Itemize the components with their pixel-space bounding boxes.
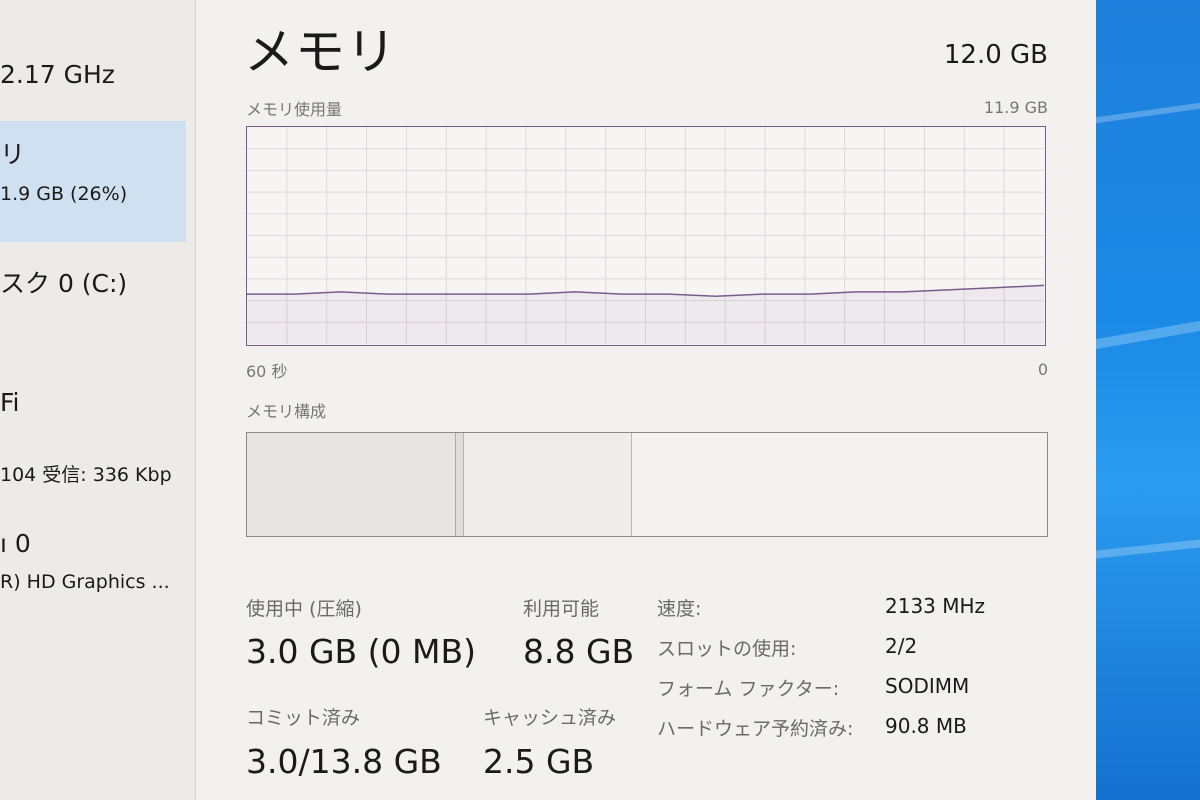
in-use-value: 3.0 GB (0 MB)	[246, 632, 477, 671]
usage-graph-label: メモリ使用量	[246, 100, 343, 119]
form-factor-label: フォーム ファクター:	[657, 678, 840, 700]
memory-panel: メモリ 12.0 GB メモリ使用量 11.9 GB 60 秒 0 メモリ構成 …	[196, 0, 1096, 800]
sidebar-item-gpu-label: ı 0	[0, 529, 31, 558]
slots-used-label: スロットの使用:	[657, 638, 797, 660]
page-title: メモリ	[244, 23, 397, 81]
cached-label: キャッシュ済み	[483, 707, 617, 729]
memory-composition-bar	[246, 432, 1048, 537]
memory-usage-graph	[246, 126, 1046, 346]
sidebar-item-memory-usage: 1.9 GB (26%)	[0, 183, 128, 205]
sidebar-item-disk[interactable]: スク 0 (C:)	[0, 250, 186, 330]
sidebar-item-gpu-name: R) HD Graphics ...	[0, 571, 170, 593]
sidebar-item-wifi-throughput: 104 受信: 336 Kbp	[0, 464, 172, 486]
speed-value: 2133 MHz	[885, 594, 986, 618]
graph-time-left: 60 秒	[246, 362, 288, 381]
sidebar-item-wifi-label: Fi	[0, 388, 20, 417]
total-memory: 12.0 GB	[943, 40, 1048, 70]
in-use-label: 使用中 (圧縮)	[246, 598, 362, 620]
committed-label: コミット済み	[246, 707, 361, 729]
hardware-reserved-label: ハードウェア予約済み:	[657, 718, 854, 740]
composition-label: メモリ構成	[246, 402, 327, 421]
hardware-reserved-value: 90.8 MB	[885, 714, 967, 738]
speed-label: 速度:	[657, 598, 702, 620]
available-label: 利用可能	[523, 598, 600, 620]
cached-value: 2.5 GB	[483, 742, 595, 781]
usage-graph-max-label: 11.9 GB	[983, 98, 1048, 117]
sidebar: 2.17 GHz リ 1.9 GB (26%) スク 0 (C:) Fi 104…	[0, 0, 196, 800]
composition-segment-free	[631, 433, 1047, 536]
sidebar-item-cpu-speed: 2.17 GHz	[0, 60, 115, 89]
sidebar-item-memory[interactable]: リ 1.9 GB (26%)	[0, 121, 186, 242]
form-factor-value: SODIMM	[885, 674, 970, 698]
graph-time-right: 0	[1037, 360, 1048, 379]
slots-used-value: 2/2	[885, 634, 918, 658]
committed-value: 3.0/13.8 GB	[246, 742, 442, 781]
sidebar-item-wifi[interactable]: Fi 104 受信: 336 Kbp	[0, 380, 186, 490]
available-value: 8.8 GB	[523, 632, 635, 671]
sidebar-item-gpu[interactable]: ı 0 R) HD Graphics ...	[0, 525, 186, 605]
sidebar-item-cpu[interactable]: 2.17 GHz	[0, 40, 186, 100]
composition-segment-in-use	[247, 433, 456, 536]
composition-segment-standby	[463, 433, 632, 536]
desktop-background	[1096, 0, 1200, 800]
sidebar-item-memory-label: リ	[0, 140, 26, 169]
sidebar-item-disk-label: スク 0 (C:)	[0, 269, 128, 298]
